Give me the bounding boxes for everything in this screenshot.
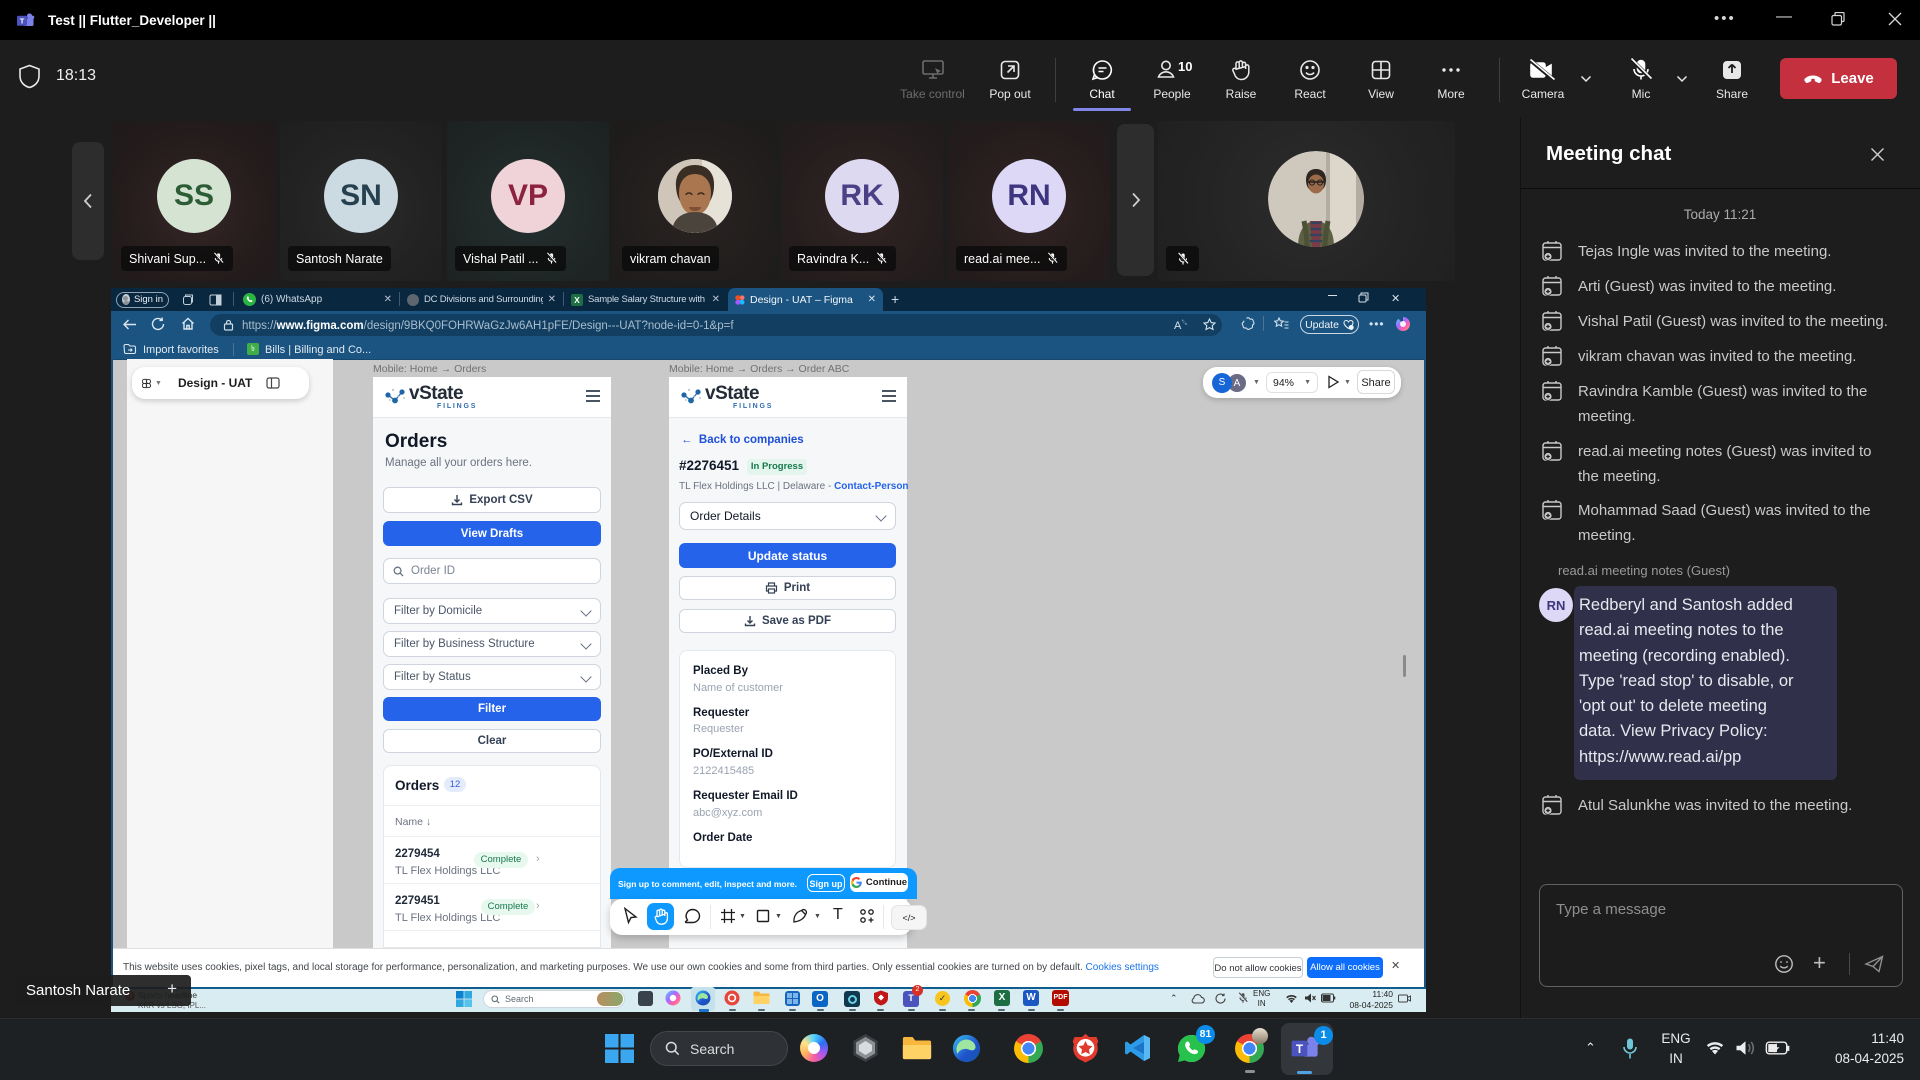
svg-text:T: T xyxy=(1296,1042,1304,1056)
svg-text:10: 10 xyxy=(1178,59,1192,74)
svg-text:T: T xyxy=(20,17,25,26)
